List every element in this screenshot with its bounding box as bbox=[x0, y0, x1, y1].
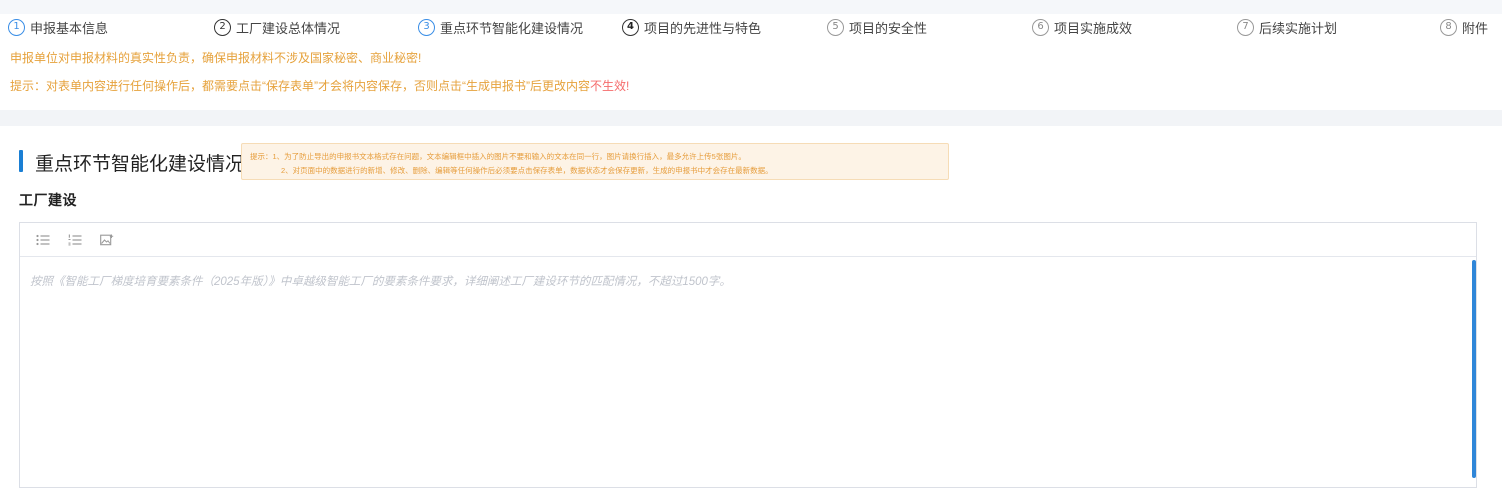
tip-line-1: 提示：1、为了防止导出的申报书文本格式存在问题，文本编辑框中插入的图片不要和输入… bbox=[250, 152, 746, 161]
step-follow-up[interactable]: 7 后续实施计划 bbox=[1237, 18, 1337, 37]
step-number: 1 bbox=[8, 19, 25, 36]
step-number: 3 bbox=[418, 19, 435, 36]
step-number: 8 bbox=[1440, 19, 1457, 36]
section-separator bbox=[0, 110, 1502, 126]
step-label: 后续实施计划 bbox=[1259, 21, 1338, 36]
bullet-list-icon[interactable] bbox=[34, 231, 52, 249]
image-insert-icon[interactable] bbox=[98, 231, 116, 249]
step-label: 附件 bbox=[1462, 21, 1489, 36]
step-attachments[interactable]: 8 附件 bbox=[1440, 18, 1488, 37]
step-basic-info[interactable]: 1 申报基本信息 bbox=[8, 18, 108, 37]
step-safety[interactable]: 5 项目的安全性 bbox=[827, 18, 927, 37]
step-results[interactable]: 6 项目实施成效 bbox=[1032, 18, 1132, 37]
save-hint: 提示：对表单内容进行任何操作后，都需要点击“保存表单”才会将内容保存，否则点击“… bbox=[10, 77, 629, 94]
step-navigation: 1 申报基本信息 2 工厂建设总体情况 3 重点环节智能化建设情况 4 项目的先… bbox=[0, 18, 1502, 42]
section-accent-bar bbox=[19, 150, 23, 172]
editor-scrollbar[interactable] bbox=[1472, 260, 1476, 478]
editor-placeholder: 按照《智能工厂梯度培育要素条件（2025年版）》中卓越级智能工厂的要素条件要求，… bbox=[30, 276, 731, 288]
editor-toolbar bbox=[20, 223, 1476, 257]
step-advanced-features[interactable]: 4 项目的先进性与特色 bbox=[622, 18, 761, 37]
step-number: 2 bbox=[214, 19, 231, 36]
step-label: 工厂建设总体情况 bbox=[236, 21, 341, 36]
editor-text-area[interactable]: 按照《智能工厂梯度培育要素条件（2025年版）》中卓越级智能工厂的要素条件要求，… bbox=[20, 258, 1476, 487]
step-number: 5 bbox=[827, 19, 844, 36]
step-key-intelligent[interactable]: 3 重点环节智能化建设情况 bbox=[418, 18, 583, 37]
step-factory-overall[interactable]: 2 工厂建设总体情况 bbox=[214, 18, 340, 37]
responsibility-notice: 申报单位对申报材料的真实性负责，确保申报材料不涉及国家秘密、商业秘密! bbox=[10, 51, 422, 65]
rich-text-editor: 按照《智能工厂梯度培育要素条件（2025年版）》中卓越级智能工厂的要素条件要求，… bbox=[19, 222, 1477, 488]
step-label: 项目的安全性 bbox=[849, 21, 928, 36]
subsection-title: 工厂建设 bbox=[19, 192, 77, 208]
top-strip bbox=[0, 0, 1502, 14]
step-number: 6 bbox=[1032, 19, 1049, 36]
step-number: 4 bbox=[622, 19, 639, 36]
step-label: 重点环节智能化建设情况 bbox=[440, 21, 584, 36]
tip-line-2: 2、对页面中的数据进行的新增、修改、删除、编辑等任何操作后必须要点击保存表单，数… bbox=[281, 166, 773, 175]
step-number: 7 bbox=[1237, 19, 1254, 36]
save-hint-text: 提示：对表单内容进行任何操作后，都需要点击“保存表单”才会将内容保存，否则点击“… bbox=[10, 79, 590, 93]
step-label: 项目实施成效 bbox=[1054, 21, 1133, 36]
section-title: 重点环节智能化建设情况 bbox=[35, 154, 245, 175]
step-label: 申报基本信息 bbox=[30, 21, 109, 36]
ordered-list-icon[interactable] bbox=[66, 231, 84, 249]
save-hint-warning: 不生效! bbox=[590, 79, 630, 93]
tip-box: 提示：1、为了防止导出的申报书文本格式存在问题，文本编辑框中插入的图片不要和输入… bbox=[241, 143, 949, 180]
step-label: 项目的先进性与特色 bbox=[644, 21, 762, 36]
